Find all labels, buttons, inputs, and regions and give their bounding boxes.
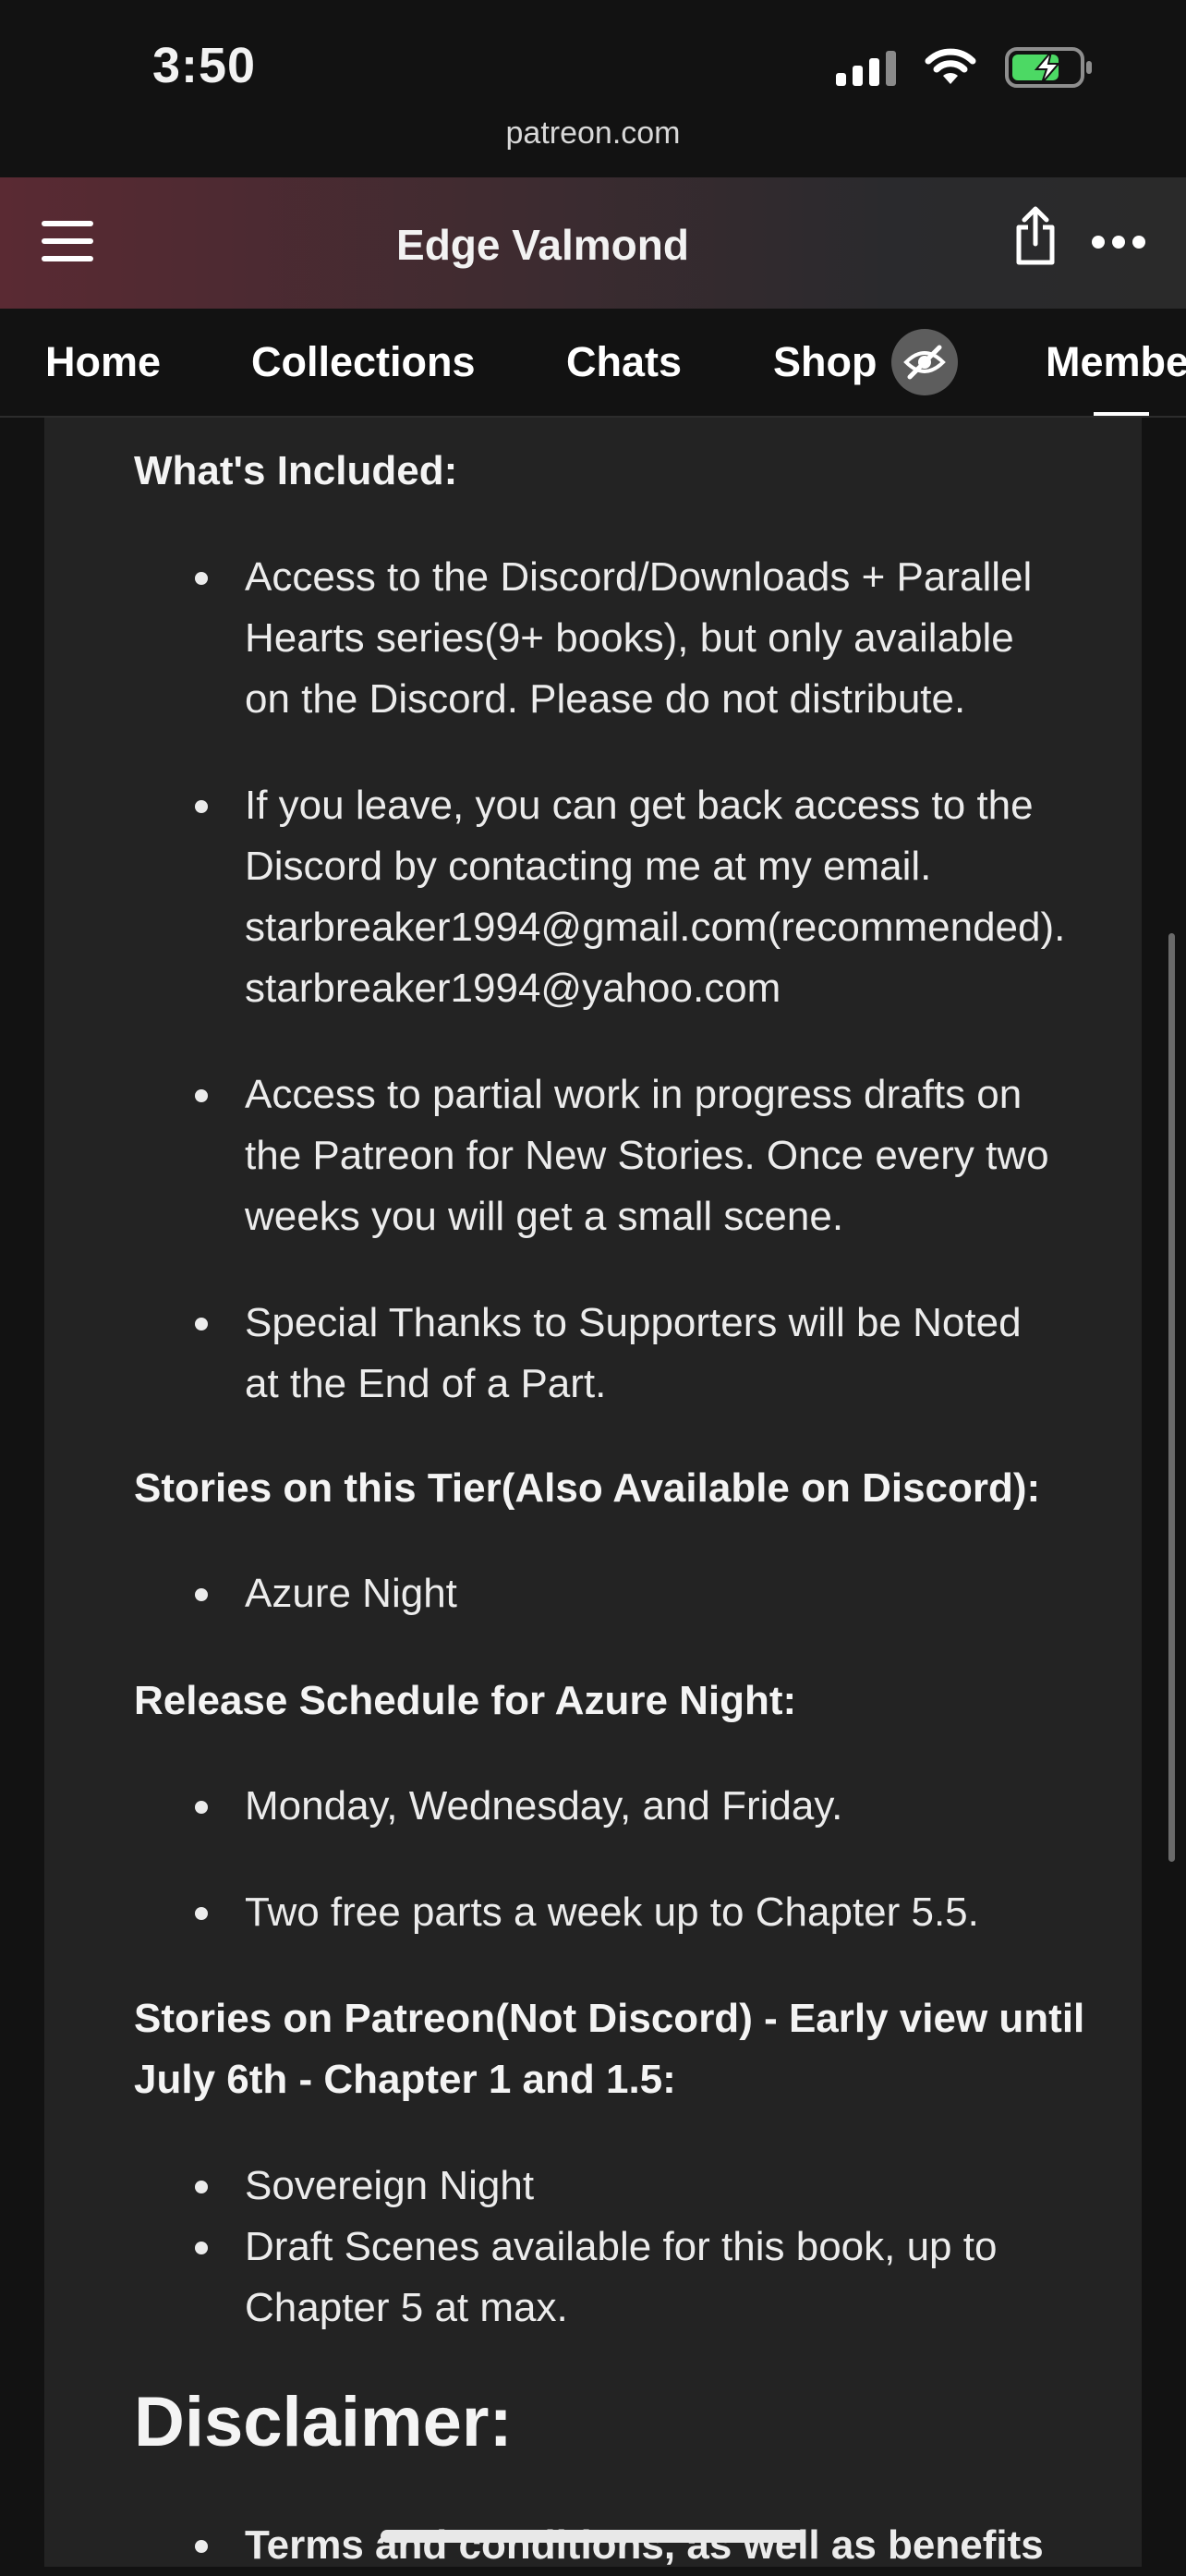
creator-name: Edge Valmond <box>396 221 689 269</box>
share-icon[interactable] <box>1011 205 1059 266</box>
status-icons <box>836 46 1094 89</box>
home-indicator[interactable] <box>381 2530 805 2543</box>
tier-description-card: What's Included: Access to the Discord/D… <box>44 418 1142 2568</box>
browser-url[interactable]: patreon.com <box>0 115 1186 152</box>
scrollbar[interactable] <box>1168 933 1175 1862</box>
tab-home[interactable]: Home <box>45 338 161 386</box>
status-time: 3:50 <box>152 38 257 93</box>
tab-members[interactable]: Members <box>1046 338 1186 386</box>
more-options-icon[interactable] <box>1092 231 1147 253</box>
disclaimer-title: Disclaimer: <box>134 2383 513 2461</box>
cellular-signal-icon <box>836 49 896 86</box>
section-heading: Release Schedule for Azure Night: <box>134 1678 797 1723</box>
battery-charging-icon <box>1005 47 1092 88</box>
section-heading: Stories on Patreon(Not Discord) - Early … <box>134 1996 1085 2102</box>
creator-header: Edge Valmond <box>0 177 1186 309</box>
wifi-icon <box>925 48 976 84</box>
section-heading: What's Included: <box>134 448 458 493</box>
tab-shop[interactable]: Shop <box>773 338 877 386</box>
creator-tabs: Home Collections Chats Shop Members <box>0 309 1186 418</box>
eye-slash-icon <box>891 329 958 395</box>
section-heading: Stories on this Tier(Also Available on D… <box>134 1465 1041 1511</box>
tab-collections[interactable]: Collections <box>251 338 476 386</box>
status-bar: 3:50 patreon.com <box>0 0 1186 151</box>
active-tab-indicator <box>1094 412 1149 416</box>
tab-chats[interactable]: Chats <box>566 338 682 386</box>
